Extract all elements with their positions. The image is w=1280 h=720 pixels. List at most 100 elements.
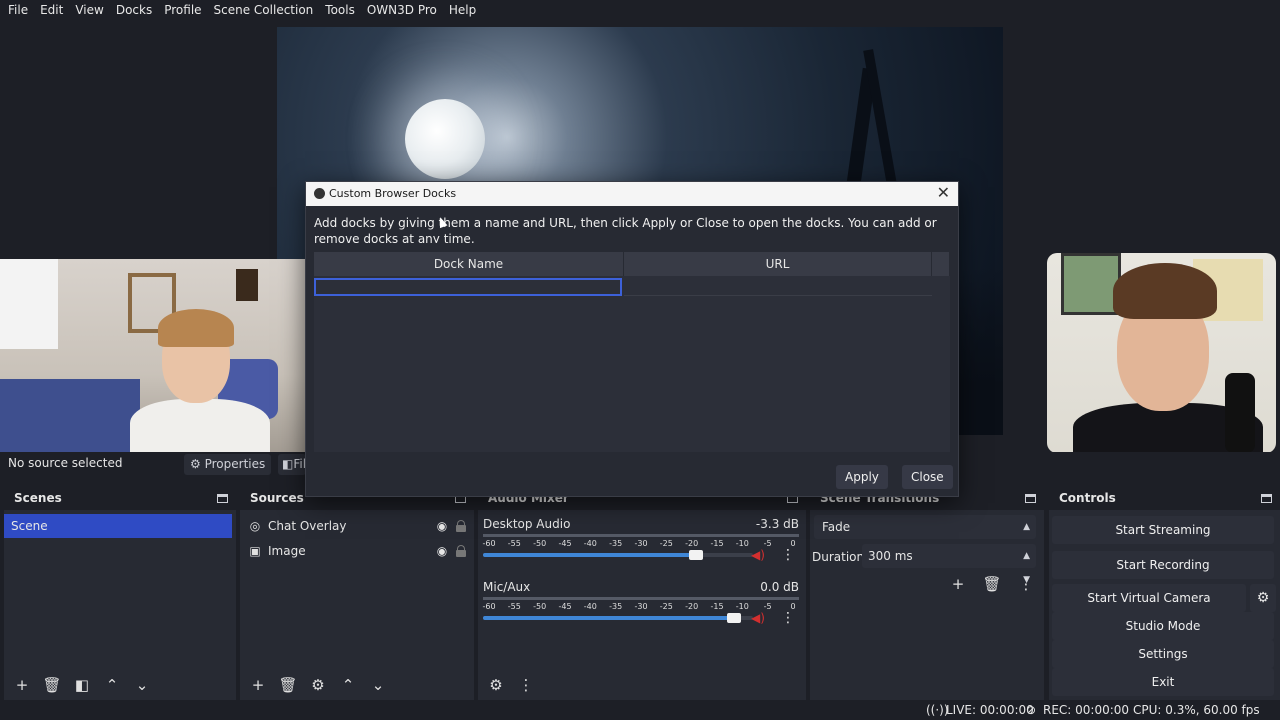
controls-dock: Controls Start Streaming Start Recording… <box>1049 486 1280 700</box>
speaker-muted-icon[interactable]: ◀) <box>751 611 765 625</box>
lock-icon[interactable] <box>456 520 466 532</box>
dock-name-input[interactable] <box>314 278 622 296</box>
column-url[interactable]: URL <box>624 252 932 276</box>
more-options-icon[interactable]: ⋮ <box>781 610 795 626</box>
status-bar: ((·)) LIVE: 00:00:00 ⊘ REC: 00:00:00 CPU… <box>0 700 1280 720</box>
channel-desktop-audio: Desktop Audio -3.3 dB -60 -55 -50 -45 -40 -35… <box>482 517 801 573</box>
speaker-muted-icon[interactable]: ◀) <box>751 548 765 562</box>
start-recording-button[interactable]: Start Recording <box>1052 551 1274 579</box>
dialog-titlebar: Custom Browser Docks ✕ <box>306 182 958 206</box>
add-icon[interactable]: + <box>248 675 268 695</box>
source-label: Image <box>268 544 306 558</box>
transition-value: Fade <box>822 520 851 534</box>
duration-spinbox[interactable]: 300 ms ▲ ▼ <box>862 544 1036 585</box>
chevron-down-icon[interactable]: ⌄ <box>368 675 388 695</box>
dialog-description: Add docks by giving them a name and URL,… <box>314 216 937 243</box>
menu-profile[interactable]: Profile <box>158 0 207 20</box>
start-streaming-button[interactable]: Start Streaming <box>1052 516 1274 544</box>
filter-icon[interactable]: ◧ <box>72 675 92 695</box>
cpu-status: CPU: 0.3%, 60.00 fps <box>1133 703 1260 717</box>
advanced-audio-icon[interactable]: ⚙ <box>486 675 506 695</box>
meter-tick-label: -50 <box>533 602 547 611</box>
filters-button[interactable]: ◧Filters <box>278 454 306 475</box>
apply-button[interactable]: Apply <box>836 465 888 489</box>
obs-logo-icon <box>314 188 325 199</box>
live-status: LIVE: 00:00:00 <box>946 703 1034 717</box>
slider-handle[interactable] <box>727 613 742 623</box>
undock-icon[interactable] <box>217 493 228 503</box>
controls-title: Controls <box>1059 491 1116 505</box>
scenes-dock: Scenes Scene + 🗑 ◧ ⌃ ⌄ <box>4 486 236 700</box>
menu-view[interactable]: View <box>69 0 109 20</box>
image-icon: ▣ <box>249 544 261 558</box>
more-options-icon[interactable]: ⋮ <box>516 675 536 695</box>
undock-icon[interactable] <box>1025 493 1036 503</box>
eye-icon[interactable]: ◉ <box>434 519 450 533</box>
more-options-icon[interactable]: ⋮ <box>1016 574 1036 594</box>
scene-transitions-dock: Scene Transitions Fade ▲▼ Duration 300 m… <box>810 486 1044 700</box>
properties-button[interactable]: ⚙ Properties <box>184 454 272 475</box>
start-virtual-camera-button[interactable]: Start Virtual Camera <box>1052 584 1246 612</box>
add-icon[interactable]: + <box>948 574 968 594</box>
slider-handle[interactable] <box>689 550 704 560</box>
duration-label: Duration <box>812 550 865 564</box>
volume-meter <box>483 597 799 600</box>
exit-button[interactable]: Exit <box>1052 668 1274 696</box>
close-icon[interactable]: ✕ <box>937 184 950 202</box>
menu-bar: File Edit View Docks Profile Scene Colle… <box>0 0 1280 20</box>
gear-icon[interactable]: ⚙ <box>308 675 328 695</box>
undock-icon[interactable] <box>1261 493 1272 503</box>
menu-edit[interactable]: Edit <box>34 0 69 20</box>
channel-db: -3.3 dB <box>755 517 799 531</box>
more-options-icon[interactable]: ⋮ <box>781 547 795 563</box>
meter-tick-label: -55 <box>507 602 521 611</box>
scene-item[interactable]: Scene <box>4 514 232 538</box>
source-item-image[interactable]: ▣ Image ◉ <box>248 540 470 562</box>
meter-tick-label: -40 <box>583 602 597 611</box>
chevron-up-icon[interactable]: ⌃ <box>338 675 358 695</box>
audio-mixer-dock: Audio Mixer Desktop Audio -3.3 dB -60 -55… <box>478 486 806 700</box>
menu-help[interactable]: Help <box>443 0 482 20</box>
properties-label: Properties <box>204 457 266 471</box>
source-item-chat-overlay[interactable]: ◎ Chat Overlay ◉ <box>248 515 470 537</box>
webcam-left <box>0 259 343 452</box>
scenes-toolbar: + 🗑 ◧ ⌃ ⌄ <box>4 674 152 696</box>
transition-select[interactable]: Fade ▲▼ <box>814 515 1036 556</box>
menu-docks[interactable]: Docks <box>110 0 158 20</box>
scenes-header: Scenes <box>4 486 236 510</box>
chevron-up-icon[interactable]: ⌃ <box>102 675 122 695</box>
webcam-right <box>1047 253 1276 453</box>
menu-tools[interactable]: Tools <box>319 0 361 20</box>
settings-button[interactable]: Settings <box>1052 640 1274 668</box>
menu-file[interactable]: File <box>2 0 34 20</box>
gear-icon: ⚙ <box>190 457 201 471</box>
volume-slider[interactable] <box>483 550 753 560</box>
studio-mode-button[interactable]: Studio Mode <box>1052 612 1274 640</box>
trash-icon[interactable]: 🗑 <box>42 675 62 695</box>
chevron-down-icon[interactable]: ⌄ <box>132 675 152 695</box>
meter-tick-label: -35 <box>609 602 623 611</box>
dock-url-input[interactable] <box>624 278 932 296</box>
channel-db: 0.0 dB <box>760 580 799 594</box>
channel-name: Mic/Aux <box>483 580 531 594</box>
menu-scene-collection[interactable]: Scene Collection <box>208 0 320 20</box>
rec-icon: ⊘ <box>1026 703 1037 717</box>
meter-tick-label: -60 <box>482 602 496 611</box>
docks-table: Dock Name URL <box>314 252 950 452</box>
menu-own3d-pro[interactable]: OWN3D Pro <box>361 0 443 20</box>
add-icon[interactable]: + <box>12 675 32 695</box>
globe-icon: ◎ <box>249 519 261 533</box>
scenes-title: Scenes <box>14 491 62 505</box>
meter-tick-label: -20 <box>685 602 699 611</box>
trash-icon[interactable]: 🗑 <box>982 574 1002 594</box>
volume-slider[interactable] <box>483 613 753 623</box>
close-button[interactable]: Close <box>902 465 953 489</box>
column-dock-name[interactable]: Dock Name <box>314 252 624 276</box>
gear-icon[interactable]: ⚙ <box>1250 584 1276 612</box>
lock-icon[interactable] <box>456 545 466 557</box>
eye-icon[interactable]: ◉ <box>434 544 450 558</box>
trash-icon[interactable]: 🗑 <box>278 675 298 695</box>
meter-tick-label: -50 <box>533 539 547 548</box>
channel-mic-aux: Mic/Aux 0.0 dB -60 -55 -50 -45 -40 -35 -30 -25 -… <box>482 580 801 636</box>
sources-dock: Sources ◎ Chat Overlay ◉ ▣ Image ◉ + 🗑 ⚙… <box>240 486 474 700</box>
